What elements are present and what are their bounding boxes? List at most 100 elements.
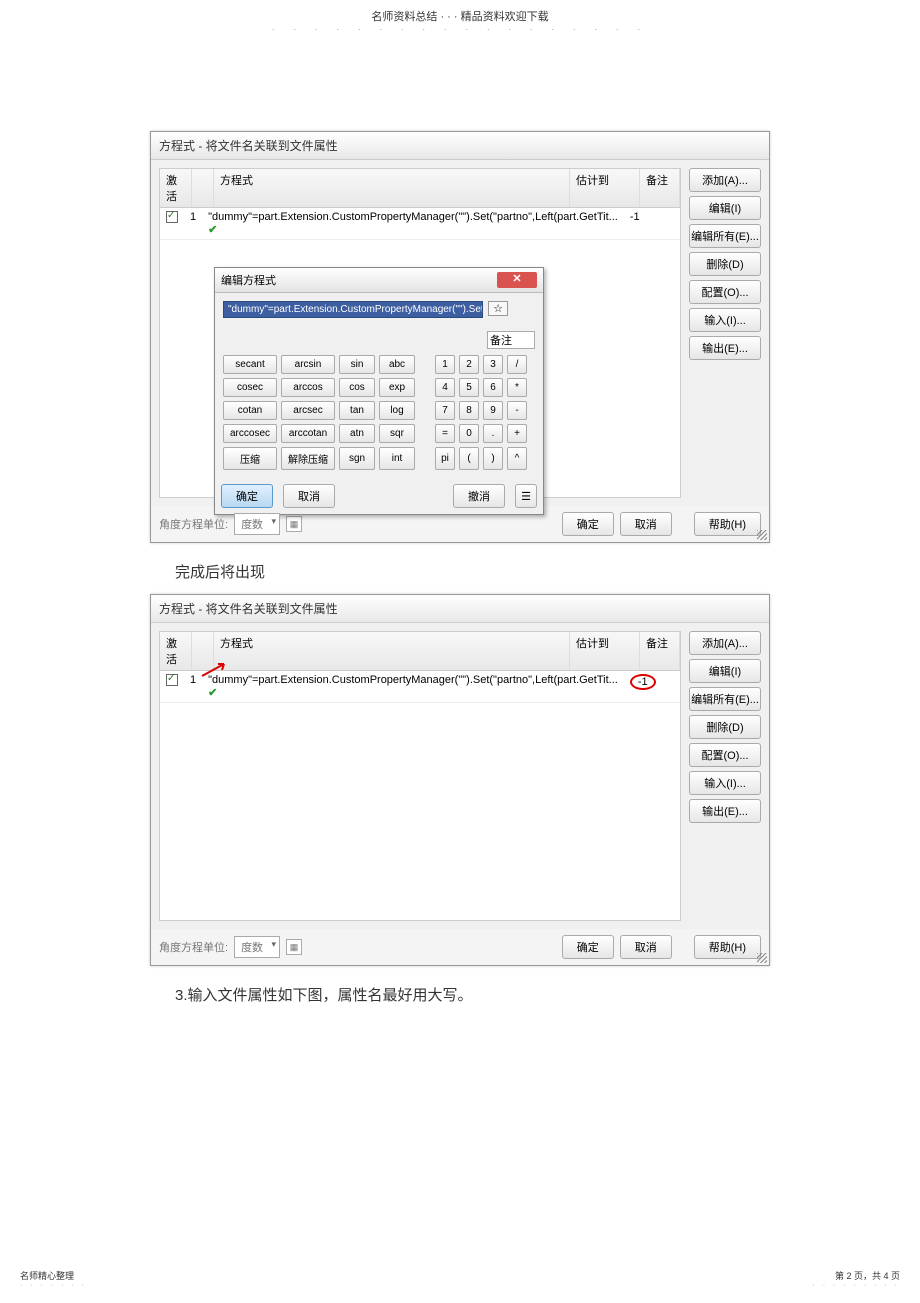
config-button[interactable]: 配置(O)...: [689, 743, 761, 767]
row-note: [662, 671, 680, 702]
equation-input[interactable]: "dummy"=part.Extension.CustomPropertyMan…: [223, 301, 483, 318]
delete-button[interactable]: 删除(D): [689, 252, 761, 276]
fn-log[interactable]: log: [379, 401, 415, 420]
fn-cotan[interactable]: cotan: [223, 401, 277, 420]
editall-button[interactable]: 编辑所有(E)...: [689, 224, 761, 248]
row-checkbox[interactable]: [166, 674, 178, 686]
key-mul[interactable]: *: [507, 378, 527, 397]
editor-ok-button[interactable]: 确定: [221, 484, 273, 508]
annotation-arrow-icon: [200, 660, 230, 681]
fn-secant[interactable]: secant: [223, 355, 277, 374]
fn-exp[interactable]: exp: [379, 378, 415, 397]
fn-arcsec[interactable]: arcsec: [281, 401, 335, 420]
key-eq[interactable]: =: [435, 424, 455, 443]
edit-button[interactable]: 编辑(I): [689, 659, 761, 683]
editor-cancel-button[interactable]: 取消: [283, 484, 335, 508]
key-2[interactable]: 2: [459, 355, 479, 374]
footer-right: 第 2 页，共 4 页 · · · · · · · · ·: [812, 1269, 900, 1289]
table-row[interactable]: 1 "dummy"=part.Extension.CustomPropertyM…: [160, 208, 680, 240]
table-row[interactable]: 1 "dummy"=part.Extension.CustomPropertyM…: [160, 671, 680, 703]
col-equation: 方程式: [214, 632, 570, 670]
fn-cos[interactable]: cos: [339, 378, 375, 397]
equations-table: 激活 方程式 估计到 备注 1 "dummy"=part.Extension.C…: [159, 631, 681, 921]
fn-cosec[interactable]: cosec: [223, 378, 277, 397]
row-value: -1: [624, 208, 658, 239]
fn-arccotan[interactable]: arccotan: [281, 424, 335, 443]
note-input[interactable]: [487, 331, 535, 349]
fn-arcsin[interactable]: arcsin: [281, 355, 335, 374]
fn-abc[interactable]: abc: [379, 355, 415, 374]
key-pow[interactable]: ^: [507, 447, 527, 470]
fn-int[interactable]: int: [379, 447, 415, 470]
unit-select[interactable]: 度数: [234, 936, 280, 958]
equations-dialog-2: 方程式 - 将文件名关联到文件属性 激活 方程式 估计到 备注 1 "dummy…: [150, 594, 770, 966]
dialog-bottom-bar: 角度方程单位: 度数 ▦ 确定 取消 帮助(H): [151, 929, 769, 965]
key-0[interactable]: 0: [459, 424, 479, 443]
key-7[interactable]: 7: [435, 401, 455, 420]
fn-sgn[interactable]: sgn: [339, 447, 375, 470]
check-icon: ✔: [208, 687, 217, 699]
key-8[interactable]: 8: [459, 401, 479, 420]
add-button[interactable]: 添加(A)...: [689, 168, 761, 192]
key-rparen[interactable]: ): [483, 447, 503, 470]
col-activate: 激活: [160, 169, 192, 207]
help-button[interactable]: 帮助(H): [694, 512, 761, 536]
fn-unsuppress[interactable]: 解除压缩: [281, 447, 335, 470]
resize-grip[interactable]: [757, 530, 767, 540]
col-note: 备注: [640, 632, 680, 670]
unit-select[interactable]: 度数: [234, 513, 280, 535]
ok-button[interactable]: 确定: [562, 512, 614, 536]
key-pi[interactable]: pi: [435, 447, 455, 470]
dialog-title: 方程式 - 将文件名关联到文件属性: [151, 595, 769, 623]
config-button[interactable]: 配置(O)...: [689, 280, 761, 304]
fn-tan[interactable]: tan: [339, 401, 375, 420]
editor-expand-button[interactable]: ☰: [515, 484, 537, 508]
export-button[interactable]: 输出(E)...: [689, 799, 761, 823]
collapse-button[interactable]: ☆: [488, 301, 508, 316]
import-button[interactable]: 输入(I)...: [689, 771, 761, 795]
delete-button[interactable]: 删除(D): [689, 715, 761, 739]
fn-atn[interactable]: atn: [339, 424, 375, 443]
edit-button[interactable]: 编辑(I): [689, 196, 761, 220]
fn-arccos[interactable]: arccos: [281, 378, 335, 397]
cancel-button[interactable]: 取消: [620, 512, 672, 536]
key-3[interactable]: 3: [483, 355, 503, 374]
key-dot[interactable]: .: [483, 424, 503, 443]
resize-grip[interactable]: [757, 953, 767, 963]
equations-dialog-1: 方程式 - 将文件名关联到文件属性 激活 方程式 估计到 备注 1 "dummy…: [150, 131, 770, 543]
body-text-2: 3.输入文件属性如下图，属性名最好用大写。: [175, 984, 920, 1005]
key-1[interactable]: 1: [435, 355, 455, 374]
fn-sin[interactable]: sin: [339, 355, 375, 374]
key-sub[interactable]: -: [507, 401, 527, 420]
export-button[interactable]: 输出(E)...: [689, 336, 761, 360]
header-dots: · · · · · · · · · · · · · · · · · ·: [0, 24, 920, 34]
calendar-icon[interactable]: ▦: [286, 516, 302, 532]
editor-undo-button[interactable]: 撤消: [453, 484, 505, 508]
col-value: 估计到: [570, 169, 640, 207]
key-lparen[interactable]: (: [459, 447, 479, 470]
cancel-button[interactable]: 取消: [620, 935, 672, 959]
table-header-row: 激活 方程式 估计到 备注: [160, 632, 680, 671]
import-button[interactable]: 输入(I)...: [689, 308, 761, 332]
col-activate: 激活: [160, 632, 192, 670]
key-9[interactable]: 9: [483, 401, 503, 420]
editall-button[interactable]: 编辑所有(E)...: [689, 687, 761, 711]
key-5[interactable]: 5: [459, 378, 479, 397]
add-button[interactable]: 添加(A)...: [689, 631, 761, 655]
key-4[interactable]: 4: [435, 378, 455, 397]
fn-sqr[interactable]: sqr: [379, 424, 415, 443]
close-button[interactable]: ✕: [497, 272, 537, 288]
fn-arccosec[interactable]: arccosec: [223, 424, 277, 443]
key-6[interactable]: 6: [483, 378, 503, 397]
row-checkbox[interactable]: [166, 211, 178, 223]
calendar-icon[interactable]: ▦: [286, 939, 302, 955]
header-right: 精品资料欢迎下载: [461, 11, 549, 23]
editor-title: 编辑方程式: [221, 272, 497, 288]
row-equation: "dummy"=part.Extension.CustomPropertyMan…: [202, 208, 624, 239]
help-button[interactable]: 帮助(H): [694, 935, 761, 959]
fn-suppress[interactable]: 压缩: [223, 447, 277, 470]
key-div[interactable]: /: [507, 355, 527, 374]
key-add[interactable]: +: [507, 424, 527, 443]
ok-button[interactable]: 确定: [562, 935, 614, 959]
side-buttons: 添加(A)... 编辑(I) 编辑所有(E)... 删除(D) 配置(O)...…: [689, 631, 761, 827]
